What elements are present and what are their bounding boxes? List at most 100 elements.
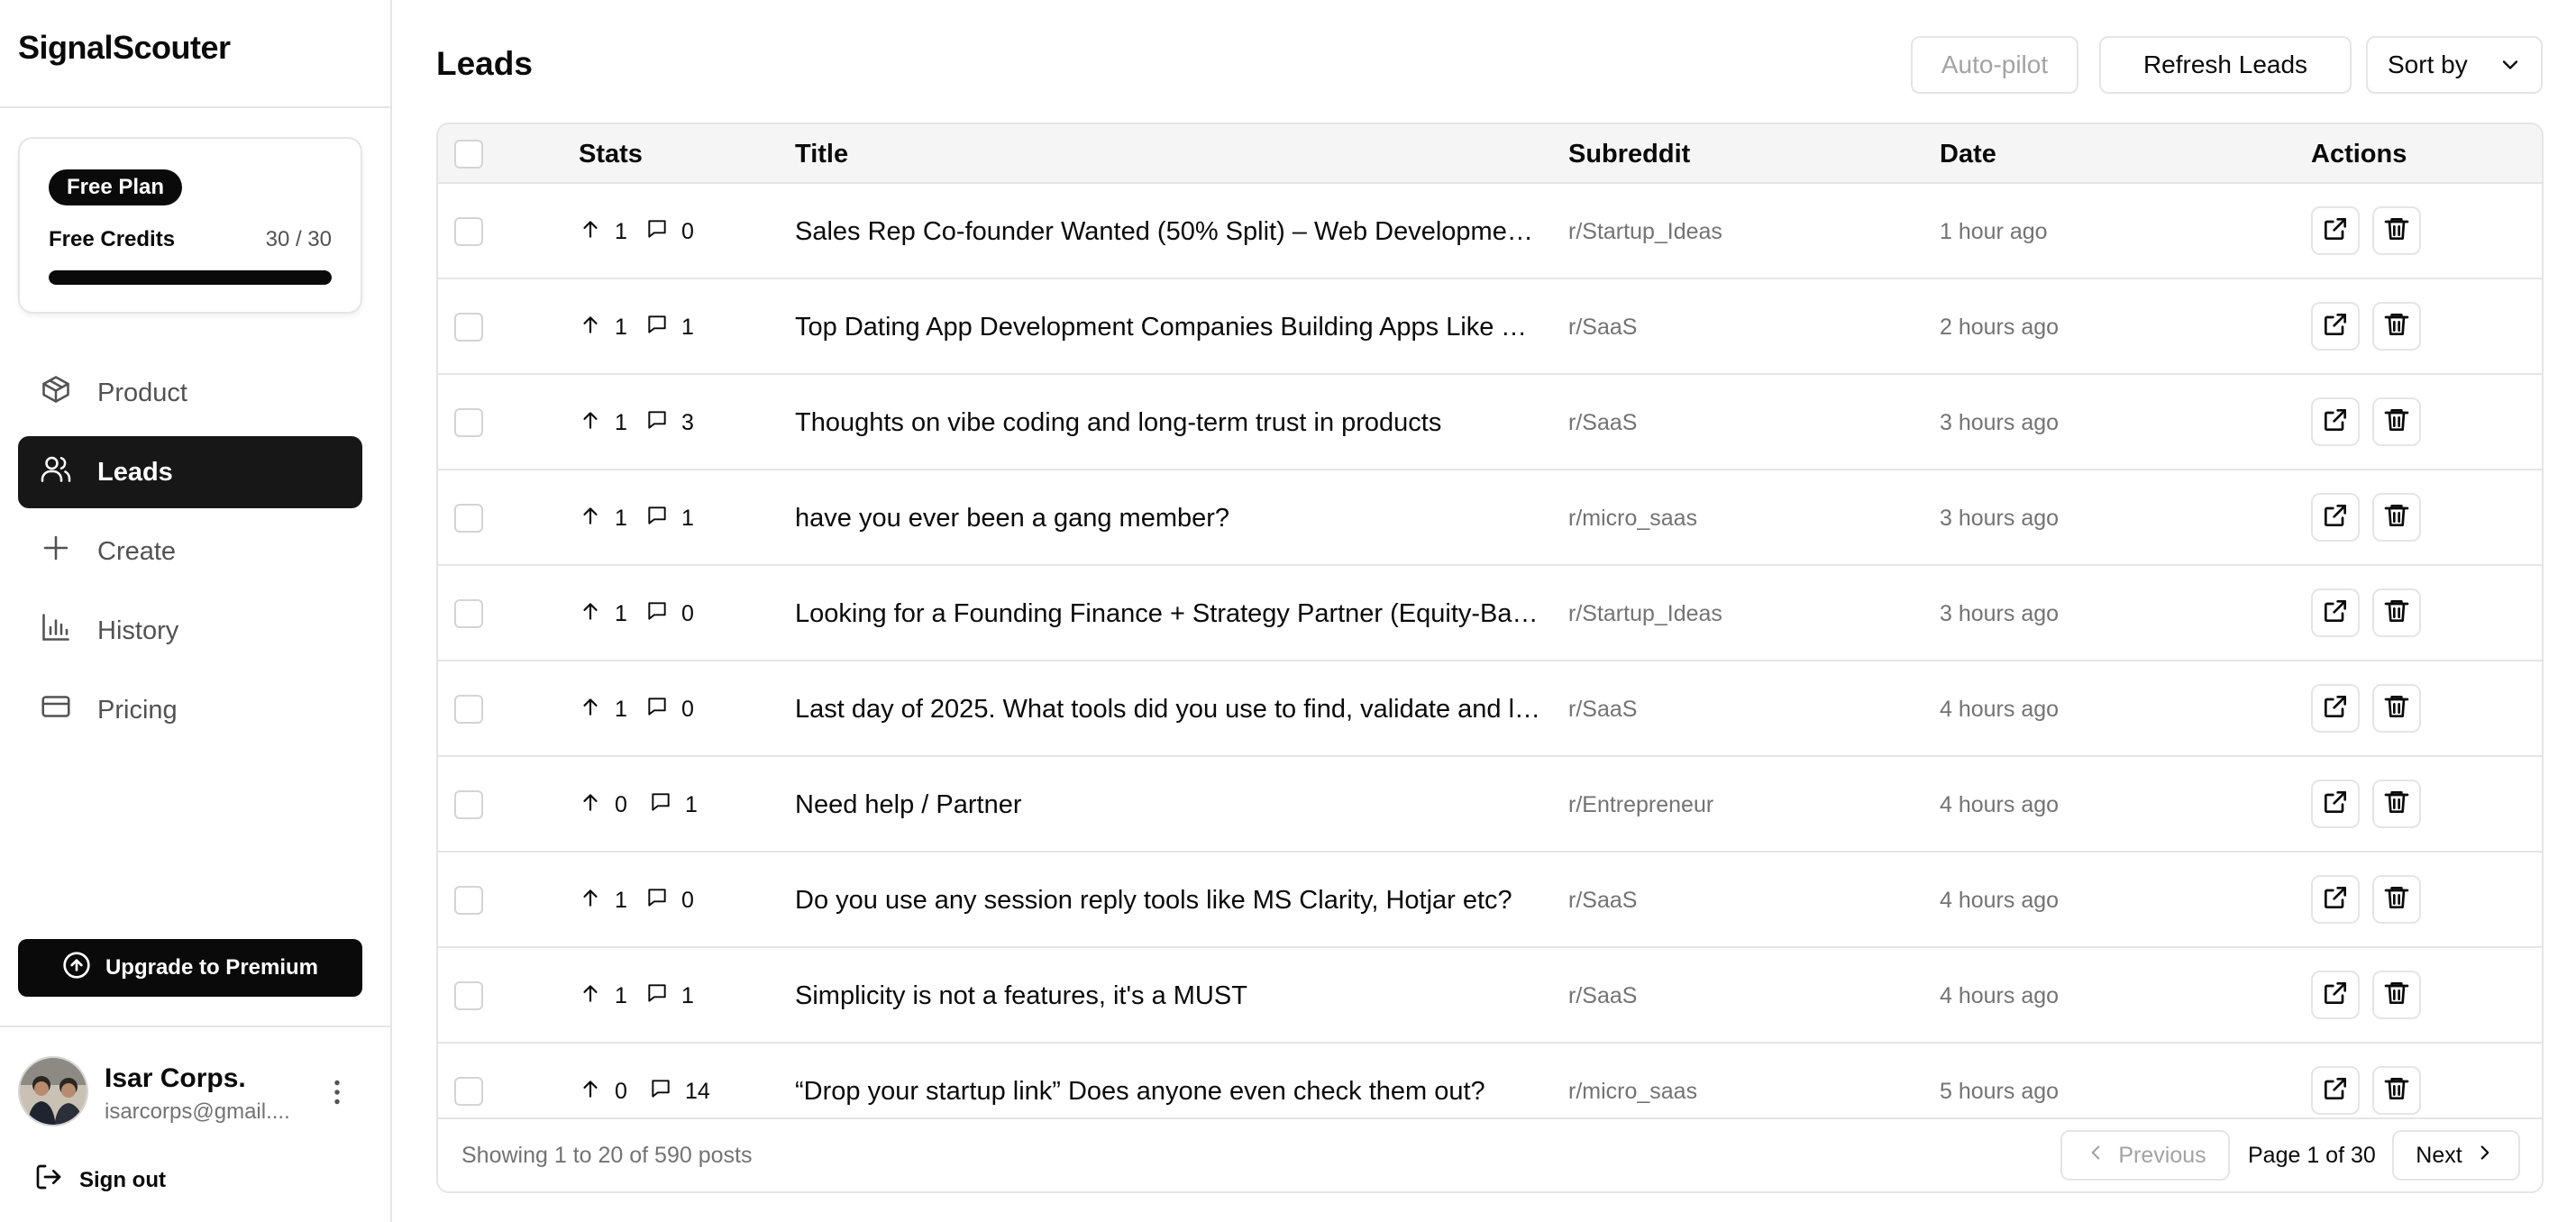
arrow-up-icon — [579, 504, 615, 533]
open-external-button[interactable] — [2311, 875, 2360, 924]
table-row[interactable]: 0 1 Need help / Partner r/Entrepreneur 4 hou… — [438, 757, 2542, 853]
external-link-icon — [2321, 406, 2350, 439]
arrow-up-icon — [579, 313, 615, 342]
external-link-icon — [2321, 883, 2350, 916]
lead-subreddit: r/SaaS — [1568, 983, 1638, 1008]
lead-title[interactable]: have you ever been a gang member? — [795, 470, 1541, 566]
open-external-button[interactable] — [2311, 1066, 2360, 1115]
lead-title[interactable]: Do you use any session reply tools like … — [795, 853, 1541, 948]
comment-stat: 1 — [645, 470, 694, 566]
divider — [0, 1026, 390, 1027]
row-checkbox[interactable] — [454, 790, 483, 819]
delete-lead-button[interactable] — [2372, 206, 2421, 255]
table-row[interactable]: 1 0 Last day of 2025. What tools did you u… — [438, 661, 2542, 757]
auto-pilot-button[interactable]: Auto-pilot — [1911, 36, 2078, 94]
row-checkbox[interactable] — [454, 886, 483, 915]
select-all-checkbox[interactable] — [454, 140, 483, 169]
upvote-stat: 1 — [579, 853, 627, 948]
sort-by-dropdown[interactable]: Sort by — [2366, 36, 2543, 94]
external-link-icon — [2321, 692, 2350, 725]
row-checkbox[interactable] — [454, 599, 483, 628]
lead-date: 4 hours ago — [1940, 697, 2060, 722]
delete-lead-button[interactable] — [2372, 684, 2421, 733]
sidebar-item-create[interactable]: Create — [18, 515, 362, 588]
trash-icon — [2382, 501, 2411, 534]
table-row[interactable]: 1 3 Thoughts on vibe coding and long-term … — [438, 375, 2542, 470]
comment-count: 0 — [681, 696, 694, 722]
lead-title[interactable]: Thoughts on vibe coding and long-term tr… — [795, 375, 1541, 470]
row-checkbox[interactable] — [454, 408, 483, 437]
chevron-right-icon — [2462, 1141, 2497, 1171]
delete-lead-button[interactable] — [2372, 780, 2421, 828]
delete-lead-button[interactable] — [2372, 397, 2421, 446]
row-checkbox[interactable] — [454, 1077, 483, 1106]
lead-title[interactable]: Simplicity is not a features, it's a MUS… — [795, 948, 1541, 1044]
more-vertical-icon[interactable] — [321, 1076, 353, 1108]
sidebar-item-history[interactable]: History — [18, 595, 362, 667]
row-checkbox[interactable] — [454, 313, 483, 342]
message-square-icon — [645, 886, 681, 916]
lead-title[interactable]: Looking for a Founding Finance + Strateg… — [795, 566, 1541, 661]
sidebar-item-pricing[interactable]: Pricing — [18, 674, 362, 746]
trash-icon — [2382, 406, 2411, 439]
upvote-count: 1 — [615, 982, 627, 1008]
upvote-count: 1 — [615, 218, 627, 244]
arrow-up-icon — [579, 1077, 615, 1107]
open-external-button[interactable] — [2311, 780, 2360, 828]
open-external-button[interactable] — [2311, 206, 2360, 255]
sign-out-button[interactable]: Sign out — [34, 1163, 166, 1198]
table-row[interactable]: 1 1 Simplicity is not a features, it's a M… — [438, 948, 2542, 1044]
lead-title[interactable]: Need help / Partner — [795, 757, 1541, 853]
column-header-title: Title — [795, 140, 849, 169]
delete-lead-button[interactable] — [2372, 493, 2421, 542]
column-header-subreddit: Subreddit — [1568, 140, 1691, 169]
arrow-up-icon — [579, 408, 615, 438]
lead-title[interactable]: Last day of 2025. What tools did you use… — [795, 661, 1541, 757]
sidebar-item-label: Create — [97, 536, 177, 566]
avatar[interactable] — [18, 1056, 88, 1126]
table-row[interactable]: 1 0 Looking for a Founding Finance + Strat… — [438, 566, 2542, 661]
delete-lead-button[interactable] — [2372, 971, 2421, 1019]
sidebar-item-product[interactable]: Product — [18, 357, 362, 429]
lead-subreddit: r/micro_saas — [1568, 506, 1698, 531]
arrow-up-circle-icon — [62, 951, 105, 986]
bar-chart-icon — [40, 611, 97, 651]
message-square-icon — [645, 504, 681, 533]
lead-subreddit: r/SaaS — [1568, 315, 1638, 340]
table-row[interactable]: 1 0 Sales Rep Co-founder Wanted (50% Split… — [438, 184, 2542, 279]
upgrade-to-premium-button[interactable]: Upgrade to Premium — [18, 939, 362, 997]
row-checkbox[interactable] — [454, 217, 483, 246]
delete-lead-button[interactable] — [2372, 875, 2421, 924]
lead-subreddit: r/Entrepreneur — [1568, 792, 1714, 817]
comment-stat: 1 — [645, 948, 694, 1044]
arrow-up-icon — [579, 695, 615, 725]
delete-lead-button[interactable] — [2372, 588, 2421, 637]
previous-page-button[interactable]: Previous — [2060, 1130, 2230, 1181]
table-row[interactable]: 1 1 have you ever been a gang member? r/mic… — [438, 470, 2542, 566]
upgrade-label: Upgrade to Premium — [105, 955, 319, 980]
row-checkbox[interactable] — [454, 695, 483, 724]
refresh-leads-button[interactable]: Refresh Leads — [2099, 36, 2352, 94]
open-external-button[interactable] — [2311, 302, 2360, 351]
row-checkbox[interactable] — [454, 504, 483, 533]
trash-icon — [2382, 979, 2411, 1012]
open-external-button[interactable] — [2311, 684, 2360, 733]
open-external-button[interactable] — [2311, 397, 2360, 446]
delete-lead-button[interactable] — [2372, 1066, 2421, 1115]
comment-stat: 0 — [645, 853, 694, 948]
next-page-button[interactable]: Next — [2392, 1130, 2520, 1181]
table-row[interactable]: 1 1 Top Dating App Development Companies B… — [438, 279, 2542, 375]
open-external-button[interactable] — [2311, 588, 2360, 637]
lead-title[interactable]: Sales Rep Co-founder Wanted (50% Split) … — [795, 184, 1541, 279]
sidebar-item-leads[interactable]: Leads — [18, 436, 362, 508]
trash-icon — [2382, 883, 2411, 916]
lead-title[interactable]: Top Dating App Development Companies Bui… — [795, 279, 1541, 375]
delete-lead-button[interactable] — [2372, 302, 2421, 351]
lead-date: 1 hour ago — [1940, 219, 2048, 244]
open-external-button[interactable] — [2311, 493, 2360, 542]
row-checkbox[interactable] — [454, 981, 483, 1010]
arrow-up-icon — [579, 599, 615, 629]
credits-label: Free Credits — [49, 227, 176, 251]
open-external-button[interactable] — [2311, 971, 2360, 1019]
table-row[interactable]: 1 0 Do you use any session reply tools lik… — [438, 853, 2542, 948]
